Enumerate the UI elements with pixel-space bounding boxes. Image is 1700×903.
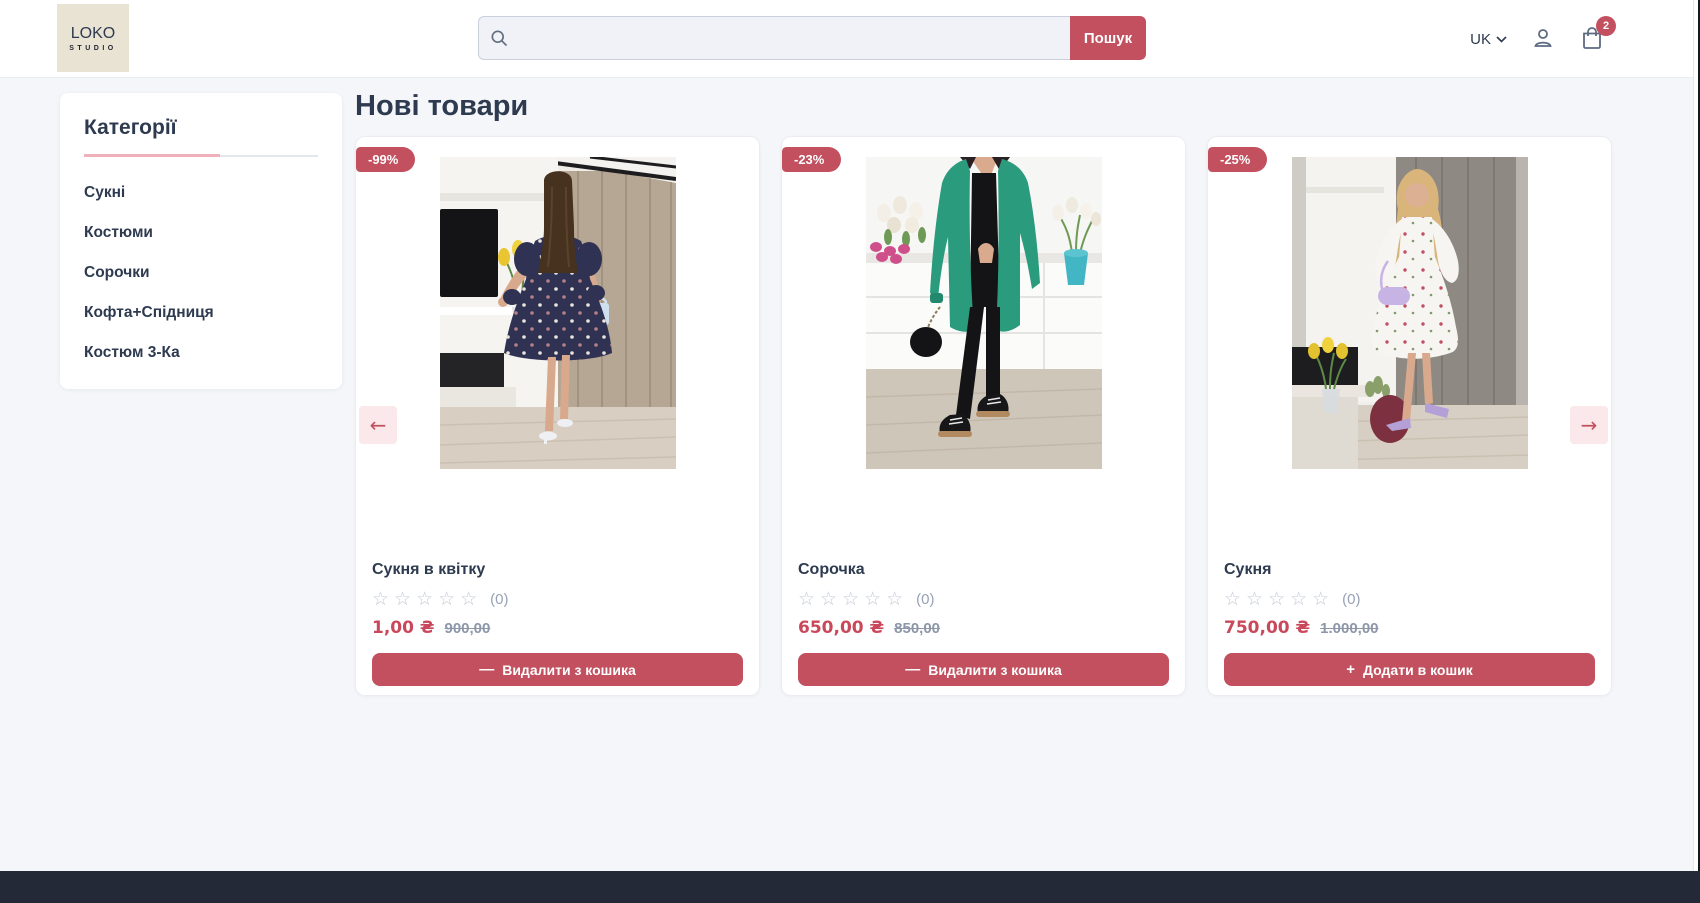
old-price: 850,00 bbox=[894, 620, 940, 637]
price-row: 750,00 ₴ 1.000,00 bbox=[1224, 618, 1595, 638]
minus-icon: — bbox=[479, 662, 494, 677]
chevron-down-icon bbox=[1496, 30, 1507, 48]
product-info: Сорочка ☆☆☆☆☆ (0) 650,00 ₴ 850,00 bbox=[782, 561, 1185, 638]
logo-text-primary: LOKO bbox=[71, 25, 115, 43]
product-image-wrap bbox=[356, 137, 759, 561]
account-button[interactable] bbox=[1531, 26, 1555, 53]
rating-count: (0) bbox=[916, 591, 934, 608]
categories-panel: Категорії Сукні Костюми Сорочки Кофта+Сп… bbox=[60, 93, 342, 389]
product-card: -99% bbox=[355, 136, 760, 696]
rating-stars: ☆☆☆☆☆ bbox=[1224, 588, 1334, 610]
sidebar-item-kofta-spidnytsia[interactable]: Кофта+Спідниця bbox=[84, 304, 318, 322]
rating-row: ☆☆☆☆☆ (0) bbox=[798, 588, 1169, 610]
user-icon bbox=[1531, 26, 1555, 53]
current-price: 750,00 ₴ bbox=[1224, 618, 1310, 638]
categories-divider bbox=[84, 154, 318, 157]
product-image[interactable] bbox=[866, 157, 1102, 469]
categories-list: Сукні Костюми Сорочки Кофта+Спідниця Кос… bbox=[84, 184, 318, 362]
rating-count: (0) bbox=[1342, 591, 1360, 608]
sidebar-item-kostiumy[interactable]: Костюми bbox=[84, 224, 318, 242]
product-image-wrap bbox=[782, 137, 1185, 561]
rating-count: (0) bbox=[490, 591, 508, 608]
cart-button[interactable]: 2 bbox=[1579, 25, 1605, 54]
new-products-carousel: -99% bbox=[355, 136, 1612, 696]
discount-badge: -23% bbox=[782, 147, 841, 172]
logo-text-secondary: STUDIO bbox=[69, 45, 116, 52]
old-price: 900,00 bbox=[444, 620, 490, 637]
product-name[interactable]: Сукня в квітку bbox=[372, 561, 743, 579]
product-card: -23% bbox=[781, 136, 1186, 696]
arrow-left-icon: ← bbox=[370, 413, 387, 437]
add-to-cart-button[interactable]: + Додати в кошик bbox=[1224, 653, 1595, 686]
logo[interactable]: LOKO STUDIO bbox=[57, 4, 129, 72]
cart-action-label: Додати в кошик bbox=[1363, 662, 1473, 678]
page-title: Нові товари bbox=[355, 90, 1612, 123]
language-selector[interactable]: UK bbox=[1470, 30, 1507, 48]
sidebar-item-sukni[interactable]: Сукні bbox=[84, 184, 318, 202]
current-price: 1,00 ₴ bbox=[372, 618, 434, 638]
main-content: Нові товари -99% bbox=[355, 90, 1612, 696]
language-code: UK bbox=[1470, 31, 1491, 48]
footer bbox=[0, 871, 1700, 903]
search-bar: Пошук bbox=[478, 16, 1146, 60]
arrow-right-icon: → bbox=[1581, 413, 1598, 437]
discount-badge: -99% bbox=[356, 147, 415, 172]
header: LOKO STUDIO Пошук UK bbox=[0, 0, 1700, 78]
search-button[interactable]: Пошук bbox=[1070, 16, 1146, 60]
header-controls: UK 2 bbox=[1470, 0, 1605, 78]
product-info: Сукня в квітку ☆☆☆☆☆ (0) 1,00 ₴ 900,00 bbox=[356, 561, 759, 638]
product-image-wrap bbox=[1208, 137, 1611, 561]
rating-stars: ☆☆☆☆☆ bbox=[798, 588, 908, 610]
product-image[interactable] bbox=[1292, 157, 1528, 469]
minus-icon: — bbox=[905, 662, 920, 677]
search-input[interactable] bbox=[478, 16, 1070, 60]
product-image[interactable] bbox=[440, 157, 676, 469]
rating-row: ☆☆☆☆☆ (0) bbox=[1224, 588, 1595, 610]
rating-stars: ☆☆☆☆☆ bbox=[372, 588, 482, 610]
product-name[interactable]: Сукня bbox=[1224, 561, 1595, 579]
cart-action-label: Видалити з кошика bbox=[928, 662, 1062, 678]
remove-from-cart-button[interactable]: — Видалити з кошика bbox=[372, 653, 743, 686]
sidebar-item-kostium-3ka[interactable]: Костюм 3-Ка bbox=[84, 344, 318, 362]
remove-from-cart-button[interactable]: — Видалити з кошика bbox=[798, 653, 1169, 686]
carousel-next-button[interactable]: → bbox=[1570, 406, 1608, 444]
price-row: 1,00 ₴ 900,00 bbox=[372, 618, 743, 638]
discount-badge: -25% bbox=[1208, 147, 1267, 172]
price-row: 650,00 ₴ 850,00 bbox=[798, 618, 1169, 638]
plus-icon: + bbox=[1346, 662, 1355, 677]
product-card: -25% bbox=[1207, 136, 1612, 696]
current-price: 650,00 ₴ bbox=[798, 618, 884, 638]
cart-action-label: Видалити з кошика bbox=[502, 662, 636, 678]
search-icon bbox=[489, 28, 509, 48]
rating-row: ☆☆☆☆☆ (0) bbox=[372, 588, 743, 610]
product-name[interactable]: Сорочка bbox=[798, 561, 1169, 579]
old-price: 1.000,00 bbox=[1320, 620, 1378, 637]
carousel-prev-button[interactable]: ← bbox=[359, 406, 397, 444]
categories-title: Категорії bbox=[84, 116, 318, 140]
sidebar-item-sorochky[interactable]: Сорочки bbox=[84, 264, 318, 282]
product-info: Сукня ☆☆☆☆☆ (0) 750,00 ₴ 1.000,00 bbox=[1208, 561, 1611, 638]
cart-count-badge: 2 bbox=[1596, 16, 1616, 36]
